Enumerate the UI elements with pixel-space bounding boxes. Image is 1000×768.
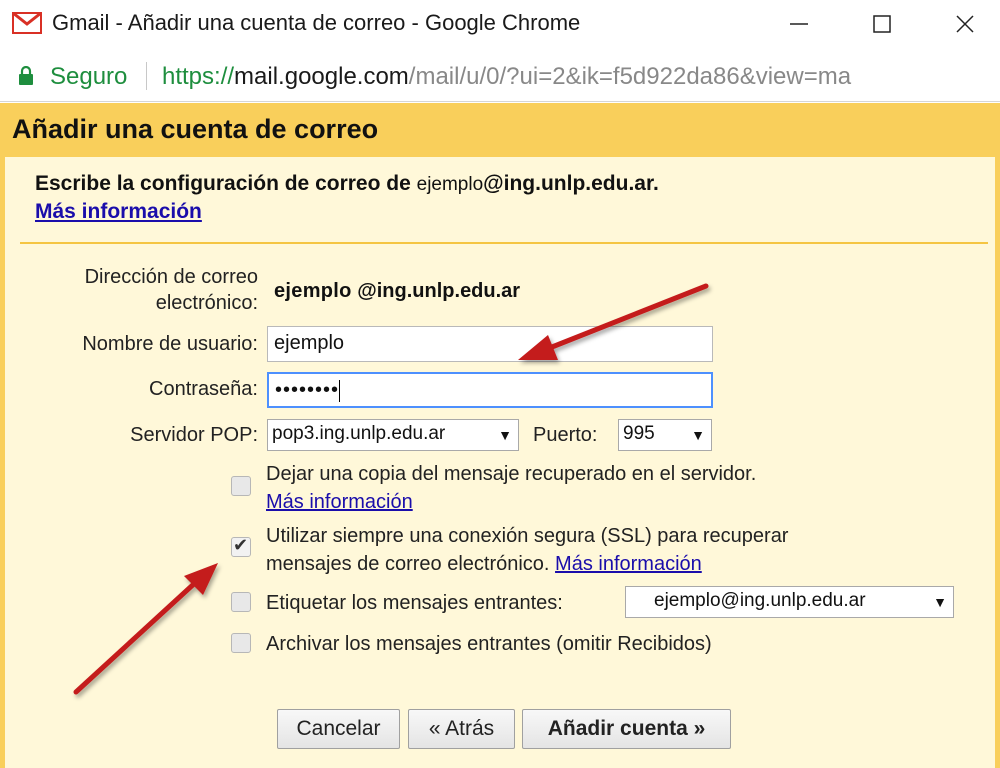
url-host: mail.google.com [234,63,409,90]
maximize-button[interactable] [853,0,911,48]
label-select[interactable]: ejemplo@ing.unlp.edu.ar ▼ [625,586,954,618]
address-bar[interactable]: Seguro https://mail.google.com/mail/u/0/… [0,50,1000,102]
email-value: ejemplo @ing.unlp.edu.ar [274,280,520,303]
username-input[interactable]: ejemplo [267,326,713,362]
password-value: •••••••• [275,379,340,401]
dropdown-arrow-icon: ▼ [498,427,512,443]
gmail-logo-icon [12,12,42,34]
email-domain: @ing.unlp.edu.ar [357,280,521,302]
username-label: Nombre de usuario: [82,333,258,355]
checkmark-icon: ✔ [233,535,249,555]
pop-server-label: Servidor POP: [130,424,258,446]
ssl-text-line1: Utilizar siempre una conexión segura (SS… [266,525,789,547]
close-icon [956,15,974,33]
label-incoming-checkbox[interactable] [231,592,251,612]
ssl-more-info-link[interactable]: Más información [555,553,702,575]
url-text[interactable]: https://mail.google.com/mail/u/0/?ui=2&i… [162,63,851,91]
ssl-option: Utilizar siempre una conexión segura (SS… [266,522,788,578]
dropdown-arrow-icon: ▼ [933,594,947,610]
leave-copy-more-info-link[interactable]: Más información [266,491,413,513]
minimize-icon [790,23,808,25]
pop-server-select[interactable]: pop3.ing.unlp.edu.ar ▼ [267,419,519,451]
dialog-title: Añadir una cuenta de correo [12,114,379,144]
intro-domain: @ing.unlp.edu.ar. [483,172,659,195]
close-button[interactable] [936,0,994,48]
intro-prefix: Escribe la configuración de correo de [35,172,411,195]
divider [20,242,988,244]
url-scheme: https:// [162,63,235,90]
add-account-button[interactable]: Añadir cuenta » [522,709,731,749]
maximize-icon [873,15,891,33]
pop-server-value: pop3.ing.unlp.edu.ar [272,423,446,444]
port-value: 995 [623,423,655,444]
window-title: Gmail - Añadir una cuenta de correo - Go… [52,10,581,35]
leave-copy-checkbox[interactable] [231,476,251,496]
cancel-button[interactable]: Cancelar [277,709,400,749]
back-button[interactable]: « Atrás [408,709,515,749]
dialog-header: Añadir una cuenta de correo [0,103,1000,157]
leave-copy-text: Dejar una copia del mensaje recuperado e… [266,463,757,485]
address-separator [146,62,147,90]
port-label: Puerto: [533,424,598,446]
label-select-value: ejemplo@ing.unlp.edu.ar [654,590,866,611]
intro-local-part: ejemplo [416,174,484,195]
archive-text: Archivar los mensajes entrantes (omitir … [266,633,712,655]
port-select[interactable]: 995 ▼ [618,419,712,451]
minimize-button[interactable] [770,0,828,48]
archive-checkbox[interactable] [231,633,251,653]
url-path: /mail/u/0/?ui=2&ik=f5d922da86&view=ma [408,63,852,90]
ssl-checkbox[interactable]: ✔ [231,535,251,557]
label-incoming-text: Etiquetar los mensajes entrantes: [266,592,563,614]
password-label: Contraseña: [149,378,258,400]
lock-icon [19,66,33,85]
dropdown-arrow-icon: ▼ [691,427,705,443]
password-input[interactable]: •••••••• [267,372,713,408]
email-local-part: ejemplo [274,280,352,302]
more-info-link[interactable]: Más información [35,200,202,224]
ssl-text-line2: mensajes de correo electrónico. [266,553,550,575]
leave-copy-option: Dejar una copia del mensaje recuperado e… [266,460,756,516]
email-label: Dirección de correo electrónico: [84,266,258,314]
secure-label: Seguro [50,63,128,90]
intro-text: Escribe la configuración de correo de ej… [35,172,659,196]
text-cursor [339,379,341,402]
window-titlebar: Gmail - Añadir una cuenta de correo - Go… [0,0,1000,50]
